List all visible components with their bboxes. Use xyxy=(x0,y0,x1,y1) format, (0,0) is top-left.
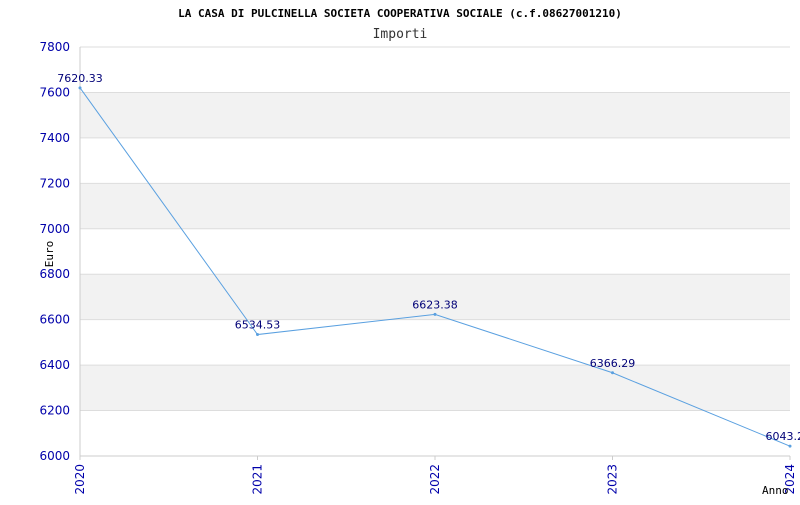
x-tick-label: 2021 xyxy=(251,464,265,495)
y-axis-label: Euro xyxy=(43,241,56,268)
y-tick-label: 7600 xyxy=(39,85,70,99)
data-label: 7620.33 xyxy=(57,72,103,85)
y-tick-label: 7800 xyxy=(39,40,70,54)
chart-subtitle: Importi xyxy=(373,27,428,42)
data-label: 6043.2 xyxy=(766,430,800,443)
data-label: 6623.38 xyxy=(412,298,458,311)
y-tick-label: 6000 xyxy=(39,449,70,463)
x-tick-label: 2023 xyxy=(606,464,620,495)
data-point xyxy=(434,313,437,316)
grid-band xyxy=(80,274,790,319)
y-tick-label: 6600 xyxy=(39,313,70,327)
y-tick-label: 7400 xyxy=(39,131,70,145)
data-point xyxy=(256,333,259,336)
data-point xyxy=(611,371,614,374)
y-tick-label: 6800 xyxy=(39,267,70,281)
data-label: 6366.29 xyxy=(590,357,636,370)
x-axis-label: Anno xyxy=(762,484,789,497)
x-axis-ticks: 20202021202220232024 xyxy=(73,456,797,495)
y-tick-label: 7200 xyxy=(39,176,70,190)
y-tick-label: 6200 xyxy=(39,404,70,418)
grid-band xyxy=(80,92,790,137)
chart-container: 6000 6200 6400 6600 6800 7000 7200 7400 7600 7800… xyxy=(0,0,800,500)
data-point xyxy=(789,445,792,448)
grid-band xyxy=(80,183,790,228)
line-chart: 6000 6200 6400 6600 6800 7000 7200 7400 7600 7800… xyxy=(0,0,800,500)
x-tick-label: 2022 xyxy=(428,464,442,495)
data-label: 6534.53 xyxy=(235,319,281,332)
grid-bands xyxy=(80,92,790,410)
y-tick-label: 7000 xyxy=(39,222,70,236)
chart-title: LA CASA DI PULCINELLA SOCIETA COOPERATIV… xyxy=(178,7,622,20)
data-point xyxy=(79,86,82,89)
x-tick-label: 2020 xyxy=(73,464,87,495)
grid-band xyxy=(80,365,790,410)
y-tick-label: 6400 xyxy=(39,358,70,372)
